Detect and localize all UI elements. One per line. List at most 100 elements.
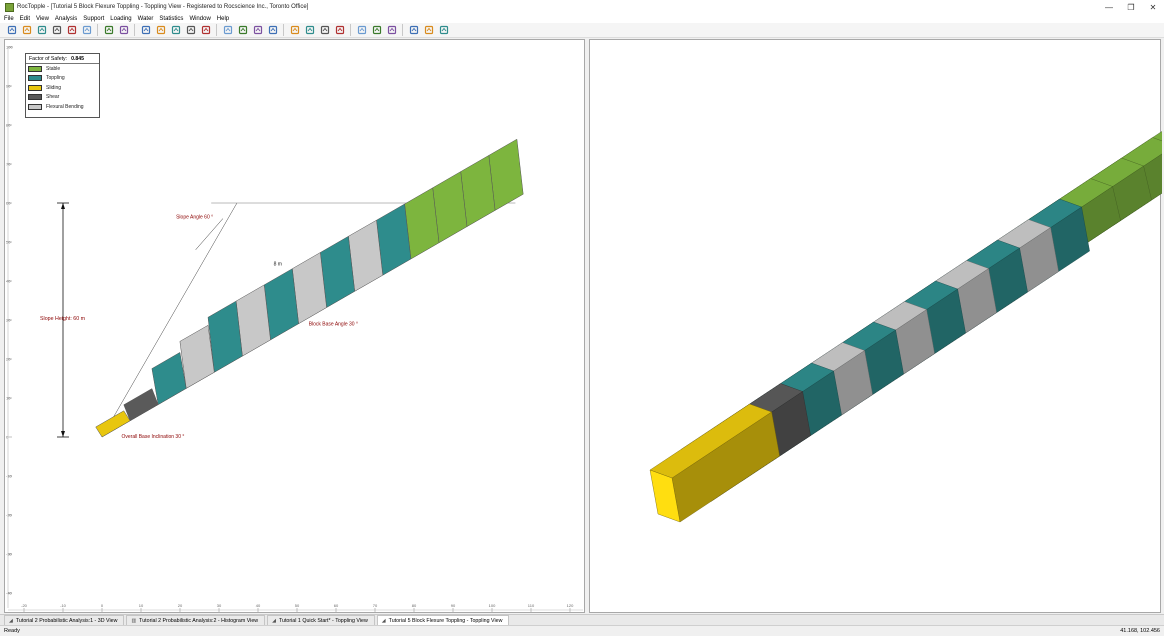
legend-item-shear: Shear [26, 93, 99, 103]
menu-view[interactable]: View [36, 16, 49, 22]
sliding-view-icon[interactable] [170, 25, 181, 36]
new-file-icon[interactable] [6, 25, 17, 36]
y-tick-label: 50 [6, 240, 11, 245]
menu-support[interactable]: Support [83, 16, 104, 22]
toolbar-separator [134, 24, 135, 36]
fos-header: Factor of Safety: 0.845 [26, 54, 99, 64]
menu-water[interactable]: Water [138, 16, 154, 22]
app-window: RocTopple - [Tutorial 5 Block Flexure To… [0, 0, 1164, 636]
menu-window[interactable]: Window [189, 16, 210, 22]
legend-swatch [28, 65, 42, 72]
document-tab-bar: ◢ Tutorial 2 Probabilistic Analysis:1 - 3… [0, 614, 1164, 625]
undo-glyph [82, 25, 91, 35]
toppling-2d-canvas[interactable]: 1201101009080706050403020100-10-20-30-40… [5, 40, 586, 614]
menu-help[interactable]: Help [217, 16, 229, 22]
export-icon[interactable] [66, 25, 77, 36]
3d-view-icon[interactable] [185, 25, 196, 36]
y-tick-label: -30 [6, 552, 13, 557]
legend-item-flexural: Flexural Bending [26, 102, 99, 112]
joint-set-icon[interactable] [304, 25, 315, 36]
block-2d-toppling [151, 352, 187, 405]
slope-height-label: Slope Height: 60 m [40, 316, 86, 322]
redo-glyph [104, 25, 113, 35]
table-view-icon[interactable] [140, 25, 151, 36]
window-title: RocTopple - [Tutorial 5 Block Flexure To… [17, 4, 309, 10]
x-tick-label: 70 [373, 603, 378, 608]
x-tick-label: 20 [178, 603, 183, 608]
height-arrow-top [61, 203, 65, 209]
title-bar: RocTopple - [Tutorial 5 Block Flexure To… [0, 0, 1164, 14]
zoom-all-icon[interactable] [200, 25, 211, 36]
add-support-icon[interactable] [267, 25, 278, 36]
zoom-in-icon[interactable] [222, 25, 233, 36]
tab-tutorial1-toppling[interactable]: ◢ Tutorial 1 Quick Start* - Toppling View [267, 615, 375, 625]
cursor-coordinates: 41.168, 102.456 [1120, 628, 1160, 634]
flip-icon[interactable] [334, 25, 345, 36]
maximize-button[interactable]: ❐ [1120, 0, 1142, 14]
toolbar [0, 23, 1164, 38]
joint-set-2-glyph [320, 25, 329, 35]
export-image-icon[interactable] [438, 25, 449, 36]
status-text: Ready [4, 628, 20, 634]
add-support-glyph [268, 25, 277, 35]
menu-edit[interactable]: Edit [20, 16, 30, 22]
plot-cumulative-icon[interactable] [408, 25, 419, 36]
3d-view-pane[interactable] [589, 39, 1162, 614]
zoom-out-icon[interactable] [237, 25, 248, 36]
fos-label: Factor of Safety: [29, 55, 68, 62]
y-tick-label: 10 [6, 396, 11, 401]
y-tick-label: 30 [6, 318, 11, 323]
menu-analysis[interactable]: Analysis [55, 16, 77, 22]
toolbar-separator [402, 24, 403, 36]
slope-angle-label: Slope Angle 60 ° [176, 215, 213, 221]
toppling-view-icon[interactable] [155, 25, 166, 36]
fos-value: 0.845 [71, 55, 85, 62]
block-2d-toppling [207, 300, 243, 373]
edit-support-glyph [290, 25, 299, 35]
compute-icon[interactable] [356, 25, 367, 36]
minimize-button[interactable]: — [1098, 0, 1120, 14]
undo-icon[interactable] [81, 25, 92, 36]
toppling-view-pane[interactable]: 1201101009080706050403020100-10-20-30-40… [4, 39, 585, 613]
toppling-view-glyph [156, 25, 165, 35]
block-2d-shear [123, 388, 159, 422]
print-icon[interactable] [51, 25, 62, 36]
pan-icon[interactable] [252, 25, 263, 36]
plot-cumulative-glyph [409, 25, 418, 35]
y-tick-label: 40 [6, 279, 11, 284]
toppling-icon: ◢ [272, 617, 276, 624]
menu-statistics[interactable]: Statistics [159, 16, 183, 22]
joint-set-2-icon[interactable] [319, 25, 330, 36]
redo-icon[interactable] [103, 25, 114, 36]
interpret-icon[interactable] [371, 25, 382, 36]
tab-label: Tutorial 2 Probabilistic Analysis:2 - Hi… [139, 617, 259, 624]
toppling-3d-canvas[interactable] [590, 40, 1162, 614]
overall-base-label: Overall Base Inclination 30 ° [122, 434, 185, 440]
x-tick-label: 60 [334, 603, 339, 608]
x-tick-label: 110 [528, 603, 535, 608]
plot-scatter-icon[interactable] [423, 25, 434, 36]
menu-file[interactable]: File [4, 16, 14, 22]
tab-tutorial2-histogram[interactable]: ▥ Tutorial 2 Probabilistic Analysis:2 - H… [126, 615, 266, 625]
tab-label: Tutorial 2 Probabilistic Analysis:1 - 3D… [15, 617, 118, 624]
zoom-out-glyph [238, 25, 247, 35]
block-width-label: 8 m [274, 261, 282, 267]
x-tick-label: 120 [567, 603, 574, 608]
menu-loading[interactable]: Loading [110, 16, 131, 22]
tab-tutorial5-toppling[interactable]: ◢ Tutorial 5 Block Flexure Toppling - Top… [376, 615, 510, 625]
export-image-glyph [439, 25, 448, 35]
sliding-view-glyph [171, 25, 180, 35]
edit-support-icon[interactable] [289, 25, 300, 36]
open-folder-icon[interactable] [21, 25, 32, 36]
save-icon[interactable] [36, 25, 47, 36]
x-tick-label: 0 [101, 603, 104, 608]
copy-icon[interactable] [118, 25, 129, 36]
plot-scatter-glyph [424, 25, 433, 35]
plot-histogram-icon[interactable] [386, 25, 397, 36]
legend-label: Toppling [46, 75, 65, 82]
legend-item-toppling: Toppling [26, 74, 99, 84]
close-button[interactable]: ✕ [1142, 0, 1164, 14]
block-base-angle-label: Block Base Angle 30 ° [309, 321, 358, 327]
tab-tutorial2-3d[interactable]: ◢ Tutorial 2 Probabilistic Analysis:1 - 3… [4, 615, 125, 625]
zoom-all-glyph [201, 25, 210, 35]
